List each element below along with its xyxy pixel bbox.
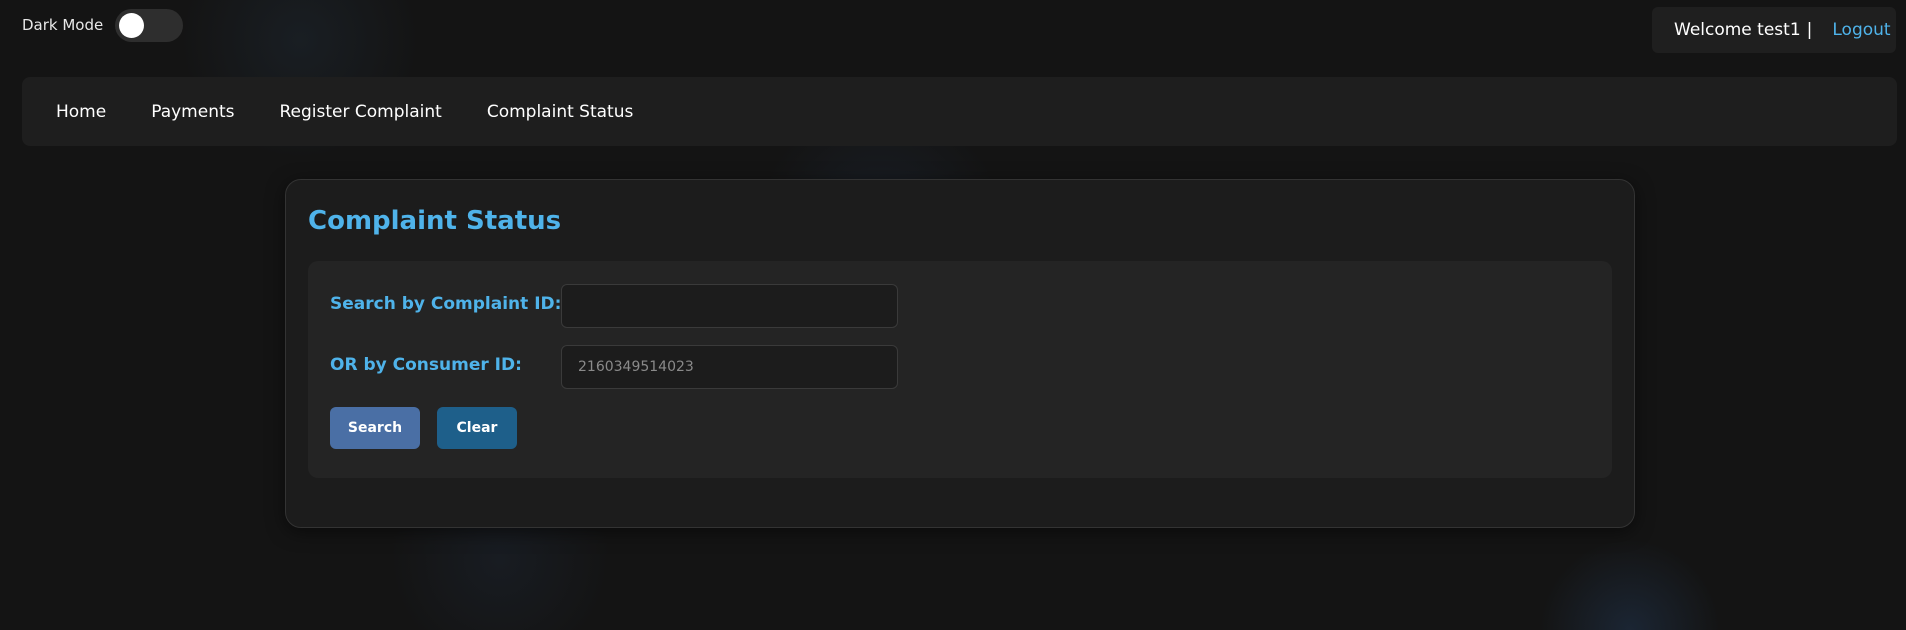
dark-mode-control: Dark Mode [22,8,184,42]
nav-item-complaint-status[interactable]: Complaint Status [487,102,634,122]
search-form-panel: Search by Complaint ID: OR by Consumer I… [308,261,1612,478]
welcome-text: Welcome test1 [1674,20,1801,40]
complaint-id-label: Search by Complaint ID: [330,294,562,314]
consumer-id-label: OR by Consumer ID: [330,355,522,375]
user-welcome-box: Welcome test1 | Logout [1652,7,1896,53]
consumer-id-input[interactable] [561,345,898,389]
nav-item-register-complaint[interactable]: Register Complaint [280,102,442,122]
nav-item-home[interactable]: Home [56,102,106,122]
search-button[interactable]: Search [330,407,420,449]
welcome-separator: | [1806,20,1813,40]
logout-link[interactable]: Logout [1832,20,1890,40]
nav-item-payments[interactable]: Payments [151,102,234,122]
dark-mode-label: Dark Mode [22,16,104,34]
main-nav: Home Payments Register Complaint Complai… [22,77,1897,146]
complaint-id-input[interactable] [561,284,898,328]
toggle-knob [119,12,145,38]
page-title: Complaint Status [308,206,562,236]
dark-mode-toggle[interactable] [115,8,184,42]
complaint-status-card: Complaint Status Search by Complaint ID:… [285,179,1635,528]
clear-button[interactable]: Clear [437,407,517,449]
